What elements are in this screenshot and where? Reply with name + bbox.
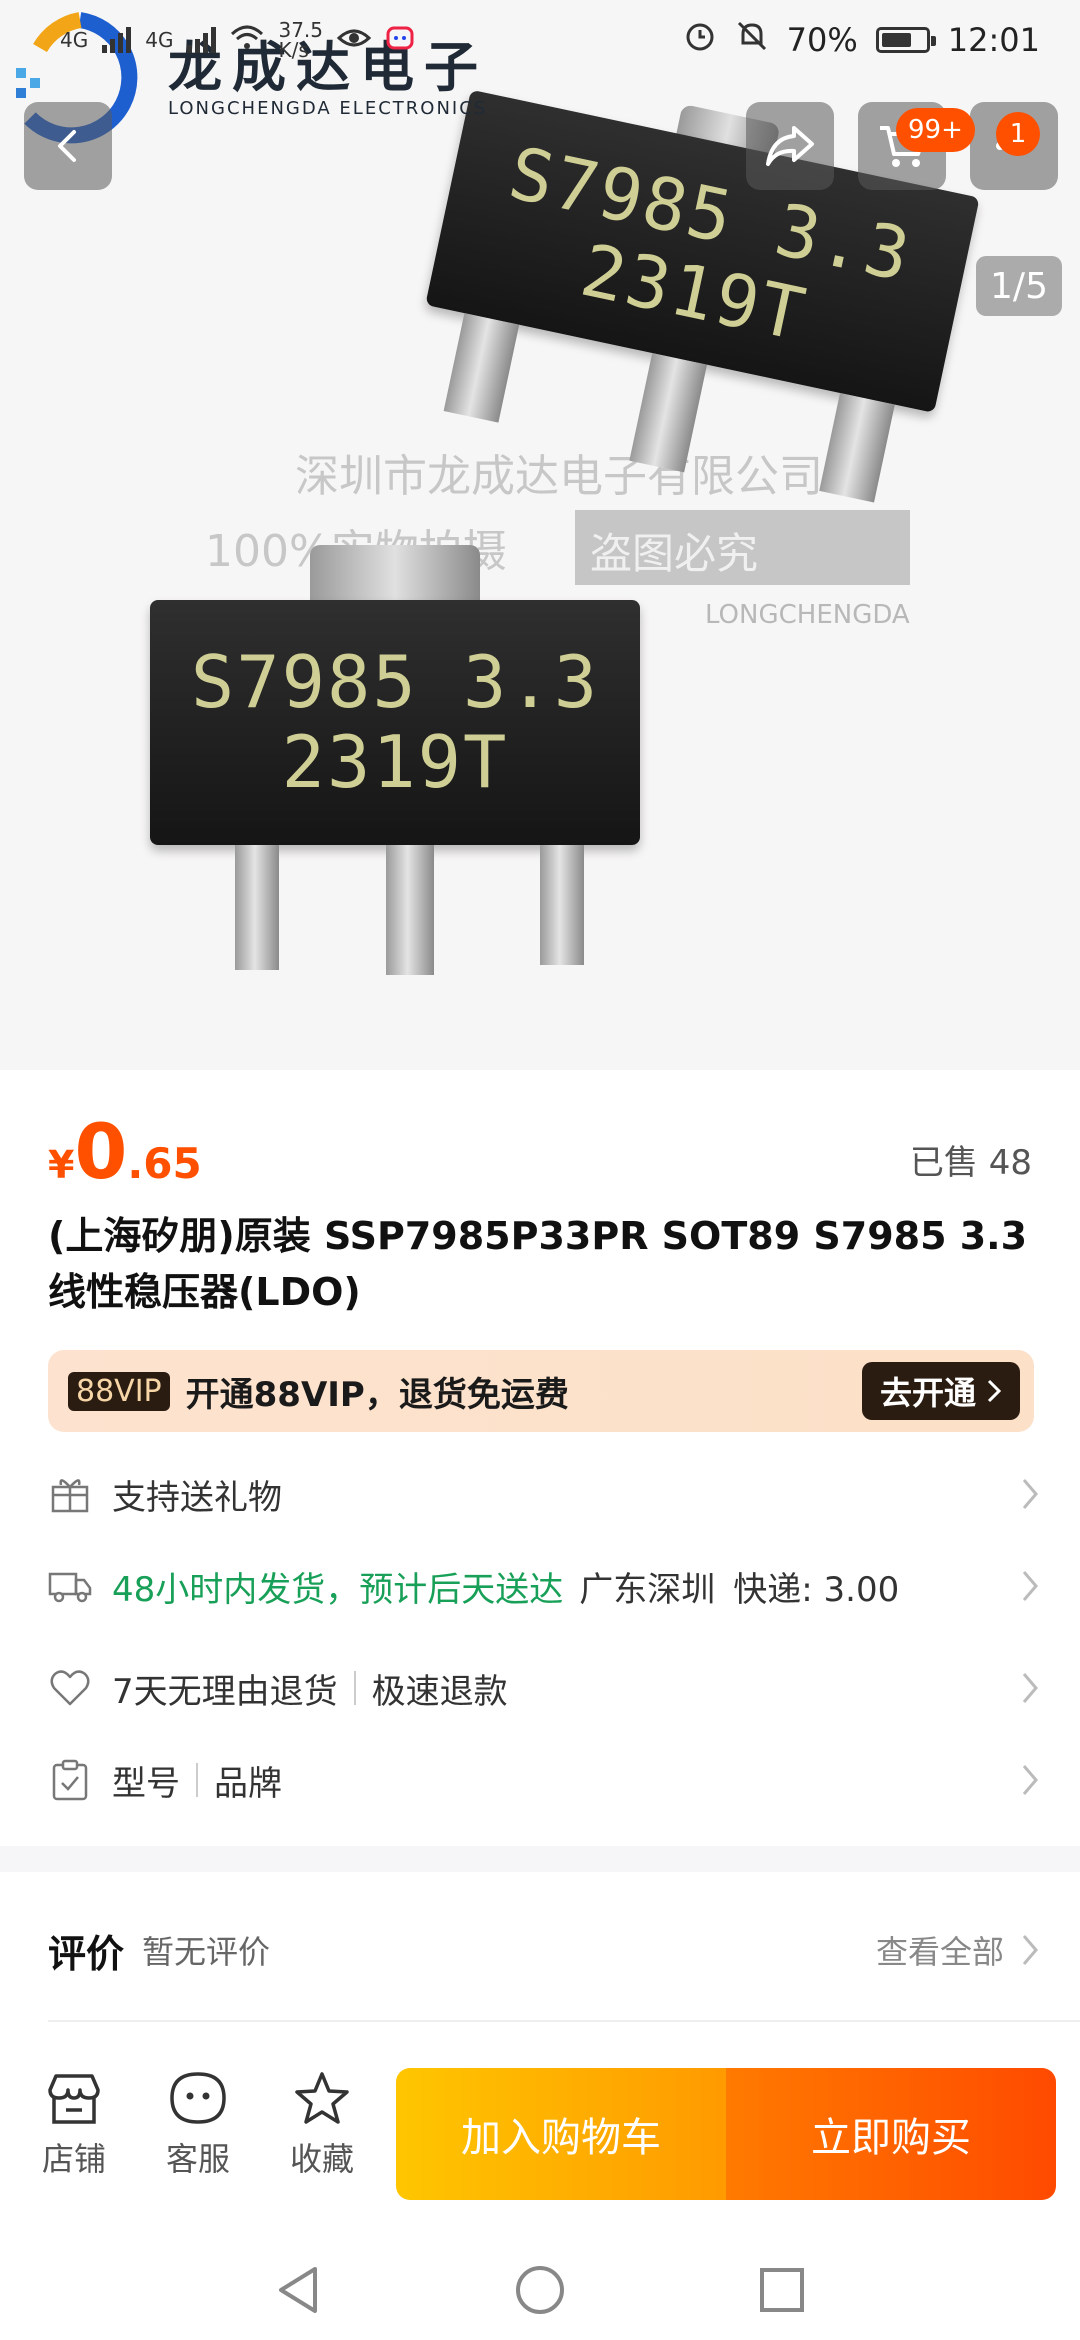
spec-brand: 品牌 <box>214 1763 282 1804</box>
network-type-2: 4G <box>145 28 174 52</box>
section-divider <box>0 1846 1080 1872</box>
favorite-button[interactable]: 收藏 <box>272 2070 372 2180</box>
price-integer: 0 <box>74 1107 128 1196</box>
vip-tag: 88VIP <box>68 1371 170 1411</box>
gift-icon <box>48 1472 92 1516</box>
chevron-right-icon <box>987 1379 1002 1403</box>
net-speed: 37.5 <box>278 18 323 42</box>
spec-model: 型号 <box>112 1763 180 1804</box>
return-policy: 7天无理由退货 <box>112 1671 338 1712</box>
spec-row[interactable]: 型号 品牌 <box>48 1740 1040 1820</box>
fast-refund: 极速退款 <box>371 1671 508 1712</box>
share-icon <box>766 126 814 166</box>
gift-row[interactable]: 支持送礼物 <box>48 1454 1040 1534</box>
app-notification-icon <box>385 23 415 58</box>
heart-shield-icon <box>48 1666 92 1710</box>
bottom-action-bar: 店铺 客服 收藏 加入购物车 立即购买 <box>0 2040 1080 2240</box>
nav-back-icon[interactable] <box>273 2263 323 2317</box>
chevron-right-icon <box>1022 1479 1038 1509</box>
shop-label: 店铺 <box>41 2140 106 2178</box>
add-to-cart-button[interactable]: 加入购物车 <box>396 2068 726 2200</box>
signal-icon-2 <box>187 27 217 53</box>
nav-home-icon[interactable] <box>513 2263 567 2317</box>
chevron-right-icon <box>1022 1935 1038 1965</box>
chip-front-marking-1: S7985 3.3 <box>190 640 600 724</box>
vip-open-button[interactable]: 去开通 <box>861 1362 1020 1420</box>
reviews-heading: 评价 <box>48 1931 125 1976</box>
eye-icon <box>336 26 372 55</box>
chevron-right-icon <box>1022 1571 1038 1601</box>
clipboard-icon <box>48 1758 92 1802</box>
battery-percent: 70% <box>786 21 858 59</box>
chip-front-marking-2: 2319T <box>281 720 509 804</box>
divider <box>48 2020 1080 2022</box>
shipping-origin: 广东深圳 <box>579 1569 716 1610</box>
sold-count: 已售 48 <box>909 1143 1032 1183</box>
network-type-1: 4G <box>60 28 89 52</box>
shipping-promise: 48小时内发货，预计后天送达 <box>112 1569 564 1610</box>
nav-recents-icon[interactable] <box>757 2265 807 2315</box>
signal-icon <box>102 27 132 53</box>
wifi-icon <box>230 24 264 57</box>
star-icon <box>295 2072 349 2124</box>
net-speed-unit: K/s <box>278 38 309 62</box>
product-title: (上海矽朋)原装 SSP7985P33PR SOT89 S7985 3.3 线性… <box>48 1214 1028 1314</box>
return-policy-row[interactable]: 7天无理由退货 极速退款 <box>48 1648 1040 1728</box>
back-button[interactable] <box>24 102 112 190</box>
shop-button[interactable]: 店铺 <box>24 2070 124 2180</box>
shipping-row[interactable]: 48小时内发货，预计后天送达 广东深圳 快递: 3.00 <box>48 1546 1040 1626</box>
status-bar: 4G 4G 37.5 K/s 70% 12:01 <box>0 0 1080 80</box>
reviews-empty: 暂无评价 <box>142 1933 271 1971</box>
chevron-left-icon <box>58 130 76 162</box>
separator <box>353 1671 356 1705</box>
chip-front: S7985 3.3 2319T <box>150 545 640 995</box>
cart-badge: 99+ <box>896 108 975 152</box>
chevron-right-icon <box>1022 1673 1038 1703</box>
product-page: 龙成达电子 LONGCHENGDA ELECTRONICS 深圳市龙成达电子有限… <box>0 0 1080 2340</box>
price-row: ¥ 0 .65 已售 48 <box>48 1110 1032 1190</box>
image-counter: 1/5 <box>976 256 1062 316</box>
price: ¥ 0 .65 <box>48 1114 202 1190</box>
customer-service-label: 客服 <box>165 2140 230 2178</box>
vip-text: 开通88VIP，退货免运费 <box>185 1374 569 1415</box>
gift-label: 支持送礼物 <box>112 1477 282 1518</box>
chevron-right-icon <box>1022 1765 1038 1795</box>
alarm-icon <box>683 19 717 61</box>
watermark-brand: LONGCHENGDA <box>705 600 910 630</box>
view-all-reviews-link[interactable]: 查看全部 <box>876 1927 1004 1973</box>
clock: 12:01 <box>947 21 1040 59</box>
vip-banner[interactable]: 88VIP 开通88VIP，退货免运费 去开通 <box>48 1350 1034 1432</box>
vip-open-label: 去开通 <box>879 1374 976 1412</box>
mute-bell-icon <box>735 19 769 61</box>
shop-icon <box>48 2074 100 2124</box>
message-badge: 1 <box>996 112 1040 156</box>
brand-name-en: LONGCHENGDA ELECTRONICS <box>168 97 488 119</box>
customer-service-button[interactable]: 客服 <box>148 2070 248 2180</box>
shipping-fee: 快递: 3.00 <box>733 1569 900 1610</box>
price-currency: ¥ <box>48 1143 75 1187</box>
price-decimal: .65 <box>127 1139 202 1188</box>
share-button[interactable] <box>746 102 834 190</box>
buy-now-button[interactable]: 立即购买 <box>726 2068 1056 2200</box>
truck-icon <box>48 1564 92 1608</box>
separator <box>196 1763 198 1797</box>
reviews-header[interactable]: 评价 暂无评价 查看全部 <box>48 1910 1040 1990</box>
favorite-label: 收藏 <box>289 2140 354 2178</box>
system-navigation-bar <box>0 2240 1080 2340</box>
chat-face-icon <box>170 2072 226 2124</box>
battery-icon <box>875 27 936 53</box>
